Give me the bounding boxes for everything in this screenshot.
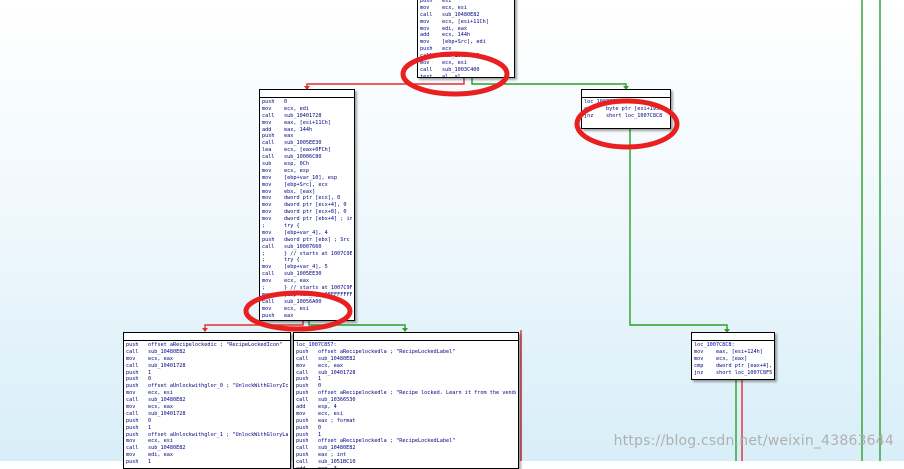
- watermark-text: https://blog.csdn.net/weixin_43863644: [613, 433, 894, 449]
- annotation-layer: [243, 51, 680, 332]
- annotation-circle-jle: [243, 290, 353, 332]
- annotation-circle-jnz: [400, 51, 510, 97]
- annotation-circle-cmp: [574, 98, 680, 150]
